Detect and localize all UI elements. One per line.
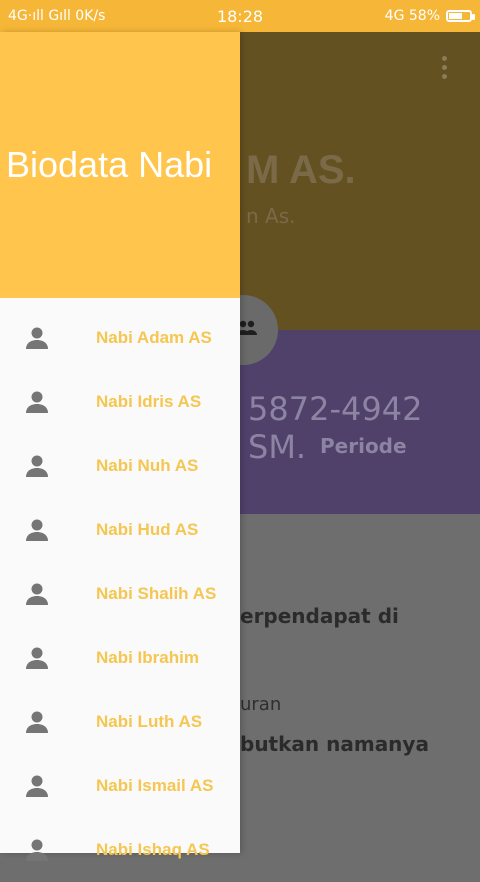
drawer-title: Biodata Nabi [6, 144, 213, 185]
navigation-drawer: Biodata Nabi Nabi Adam AS Nabi Idris AS … [0, 32, 240, 861]
nav-item-idris[interactable]: Nabi Idris AS [0, 370, 240, 434]
content-text-2: uran [240, 694, 282, 715]
nav-item-label: Nabi Shalih AS [96, 584, 217, 603]
person-icon [24, 518, 50, 542]
status-time: 18:28 [216, 6, 264, 26]
person-icon [24, 710, 50, 734]
person-icon [24, 582, 50, 606]
battery-level [449, 13, 462, 19]
person-icon [24, 326, 50, 350]
person-icon [24, 646, 50, 670]
drawer-header: Biodata Nabi [0, 32, 240, 298]
nav-item-label: Nabi Idris AS [96, 392, 202, 411]
nav-item-hud[interactable]: Nabi Hud AS [0, 498, 240, 562]
nav-item-ishaq[interactable]: Nabi Ishaq AS [0, 818, 240, 882]
nav-item-ibrahim[interactable]: Nabi Ibrahim [0, 626, 240, 690]
nav-item-label: Nabi Luth AS [96, 712, 203, 731]
person-icon [24, 390, 50, 414]
battery-icon [446, 10, 475, 22]
nav-item-label: Nabi Nuh AS [96, 456, 199, 475]
nav-item-label: Nabi Ibrahim [96, 648, 199, 667]
nav-item-adam[interactable]: Nabi Adam AS [0, 306, 240, 370]
nav-item-label: Nabi Ishaq AS [96, 840, 210, 859]
period-label: Periode [320, 434, 407, 458]
person-icon [24, 774, 50, 798]
content-text-3: butkan namanya [240, 732, 429, 756]
status-bar: 4G·ıll Gıll 0K/s 18:28 4G 58% [0, 0, 480, 32]
nav-item-ismail[interactable]: Nabi Ismail AS [0, 754, 240, 818]
profile-title: M AS. [246, 148, 356, 192]
nav-item-luth[interactable]: Nabi Luth AS [0, 690, 240, 754]
more-vert-icon[interactable] [442, 56, 447, 79]
nav-item-shalih[interactable]: Nabi Shalih AS [0, 562, 240, 626]
nav-item-label: Nabi Ismail AS [96, 776, 214, 795]
nav-item-label: Nabi Adam AS [96, 328, 212, 347]
profile-subtitle: n As. [246, 204, 296, 228]
person-icon [24, 838, 50, 862]
nav-item-nuh[interactable]: Nabi Nuh AS [0, 434, 240, 498]
person-icon [24, 454, 50, 478]
nav-item-label: Nabi Hud AS [96, 520, 199, 539]
content-text-1: erpendapat di [240, 604, 399, 628]
